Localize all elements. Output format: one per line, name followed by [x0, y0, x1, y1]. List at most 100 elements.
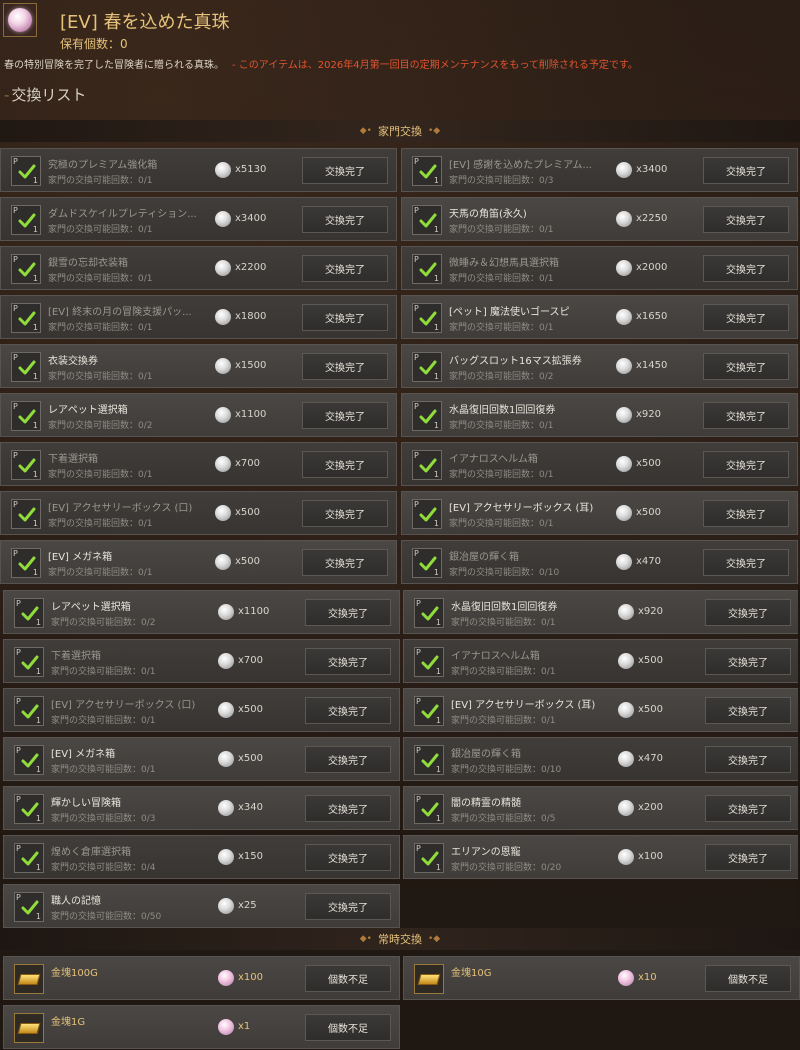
exchange-count: 家門の交換可能回数：0/1 [451, 667, 556, 677]
item-name: 金塊1G [51, 1017, 86, 1028]
exchange-done-button[interactable]: 交換完了 [705, 746, 791, 773]
item-slot: P1 [14, 696, 44, 726]
section-regular-exchange: ◆• 常時交換 •◆ [0, 928, 800, 950]
exchange-count: 家門の交換可能回数：0/1 [449, 470, 554, 480]
cost-amount: x2000 [636, 262, 668, 273]
ornament-icon: ◆• [359, 126, 372, 136]
exchange-done-button[interactable]: 交換完了 [703, 500, 789, 527]
exchange-done-button[interactable]: 交換完了 [302, 353, 388, 380]
exchange-done-button[interactable]: 交換完了 [705, 844, 791, 871]
exchange-done-button[interactable]: 交換完了 [305, 893, 391, 920]
pearl-cost-icon [215, 309, 231, 325]
item-slot: P1 [11, 401, 41, 431]
removal-notice: - このアイテムは、2026年4月第一回目の定期メンテナンスをもって削除される予… [232, 60, 638, 71]
exchange-done-button[interactable]: 交換完了 [302, 500, 388, 527]
exchange-done-button[interactable]: 交換完了 [703, 255, 789, 282]
cost-amount: x920 [636, 409, 662, 420]
pearl-cost-icon [215, 162, 231, 178]
item-name: 下着選択箱 [48, 454, 98, 465]
exchange-done-button[interactable]: 交換完了 [302, 451, 388, 478]
item-name: 銀冶屋の輝く箱 [449, 552, 519, 563]
exchange-count: 家門の交換可能回数：0/1 [48, 568, 153, 578]
exchange-row: P 1 [EV] 終末の月の冒険支援パッ... 家門の交換可能回数：0/1 x1800 交… [0, 295, 397, 339]
cost-amount: x340 [238, 802, 264, 813]
item-slot: P1 [14, 598, 44, 628]
exchange-done-button[interactable]: 交換完了 [705, 795, 791, 822]
pearl-cost-icon [218, 702, 234, 718]
exchange-count: 家門の交換可能回数：0/1 [48, 470, 153, 480]
checkmark-icon [18, 163, 36, 181]
checkmark-icon [421, 850, 439, 868]
exchange-done-button[interactable]: 交換完了 [302, 206, 388, 233]
item-name: 煌めく倉庫選択箱 [51, 847, 131, 858]
exchange-done-button[interactable]: 交換完了 [703, 549, 789, 576]
exchange-done-button[interactable]: 交換完了 [705, 599, 791, 626]
item-slot: P1 [414, 745, 444, 775]
exchange-done-button[interactable]: 交換完了 [703, 206, 789, 233]
exchange-done-button[interactable]: 交換完了 [703, 451, 789, 478]
exchange-row: 金塊100G x100 個数不足 [3, 956, 400, 1000]
exchange-done-button[interactable]: 交換完了 [705, 648, 791, 675]
exchange-done-button[interactable]: 交換完了 [302, 304, 388, 331]
item-slot: P1 [11, 499, 41, 529]
exchange-count: 家門の交換可能回数：0/1 [48, 323, 153, 333]
exchange-count: 家門の交換可能回数：0/5 [451, 814, 556, 824]
exchange-done-button[interactable]: 交換完了 [705, 697, 791, 724]
exchange-count: 家門の交換可能回数：0/1 [449, 323, 554, 333]
exchange-done-button[interactable]: 交換完了 [302, 255, 388, 282]
exchange-count: 家門の交換可能回数：0/2 [48, 421, 153, 431]
exchange-done-button[interactable]: 交換完了 [302, 402, 388, 429]
exchange-done-button[interactable]: 交換完了 [305, 795, 391, 822]
pearl-cost-icon [218, 751, 234, 767]
item-name: 究極のプレミアム強化箱 [48, 160, 158, 171]
exchange-done-button[interactable]: 交換完了 [305, 599, 391, 626]
item-slot: P1 [14, 794, 44, 824]
exchange-done-button[interactable]: 交換完了 [703, 304, 789, 331]
item-name: バッグスロット16マス拡張券 [449, 356, 582, 367]
exchange-count: 家門の交換可能回数：0/1 [48, 274, 153, 284]
exchange-done-button[interactable]: 交換完了 [302, 549, 388, 576]
exchange-done-button[interactable]: 交換完了 [305, 648, 391, 675]
cost-amount: x500 [238, 753, 264, 764]
pearl-cost-icon [218, 898, 234, 914]
exchange-row: P 1 究極のプレミアム強化箱 家門の交換可能回数：0/1 x5130 交換完了 [0, 148, 397, 192]
cost-amount: x3400 [235, 213, 267, 224]
exchange-done-button[interactable]: 交換完了 [305, 844, 391, 871]
pearl-cost-icon [215, 260, 231, 276]
exchange-done-button[interactable]: 交換完了 [703, 402, 789, 429]
exchange-count: 家門の交換可能回数：0/1 [48, 372, 153, 382]
checkmark-icon [21, 801, 39, 819]
exchange-done-button[interactable]: 交換完了 [305, 697, 391, 724]
exchange-row: P 1 [EV] アクセサリーボックス (口) 家門の交換可能回数：0/1 x500 交換… [3, 688, 400, 732]
cost-amount: x100 [638, 851, 664, 862]
insufficient-button[interactable]: 個数不足 [305, 1014, 391, 1041]
exchange-done-button[interactable]: 交換完了 [305, 746, 391, 773]
pearl-cost-icon [616, 505, 632, 521]
item-slot: P1 [11, 303, 41, 333]
item-header: [EV] 春を込めた真珠 保有個数：0 春の特別冒険を完了した冒険者に贈られる真… [0, 0, 800, 118]
insufficient-button[interactable]: 個数不足 [305, 965, 391, 992]
exchange-done-button[interactable]: 交換完了 [703, 157, 789, 184]
exchange-done-button[interactable]: 交換完了 [703, 353, 789, 380]
checkmark-icon [419, 163, 437, 181]
exchange-row: P 1 水晶復旧回数1回回復券 家門の交換可能回数：0/1 x920 交換完了 [401, 393, 798, 437]
exchange-row: P 1 イアナロスヘルム箱 家門の交換可能回数：0/1 x500 交換完了 [403, 639, 800, 683]
pearl-cost-icon [215, 211, 231, 227]
insufficient-button[interactable]: 個数不足 [705, 965, 791, 992]
cost-amount: x700 [235, 458, 261, 469]
exchange-row: P 1 ダムドスケイルプレティション... 家門の交換可能回数：0/1 x3400 交換完… [0, 197, 397, 241]
pearl-item-icon [3, 3, 37, 37]
item-slot: P1 [412, 205, 442, 235]
pearl-cost-icon [618, 751, 634, 767]
cost-amount: x5130 [235, 164, 267, 175]
item-name: 微睡み＆幻想馬具選択箱 [449, 258, 559, 269]
checkmark-icon [18, 310, 36, 328]
item-name: 金塊100G [51, 968, 98, 979]
item-slot: P1 [414, 794, 444, 824]
exchange-done-button[interactable]: 交換完了 [302, 157, 388, 184]
cost-amount: x200 [638, 802, 664, 813]
item-name: レアペット選択箱 [48, 405, 128, 416]
checkmark-icon [421, 654, 439, 672]
exchange-row: P 1 銀冶屋の輝く箱 家門の交換可能回数：0/10 x470 交換完了 [401, 540, 798, 584]
item-slot: P1 [412, 303, 442, 333]
